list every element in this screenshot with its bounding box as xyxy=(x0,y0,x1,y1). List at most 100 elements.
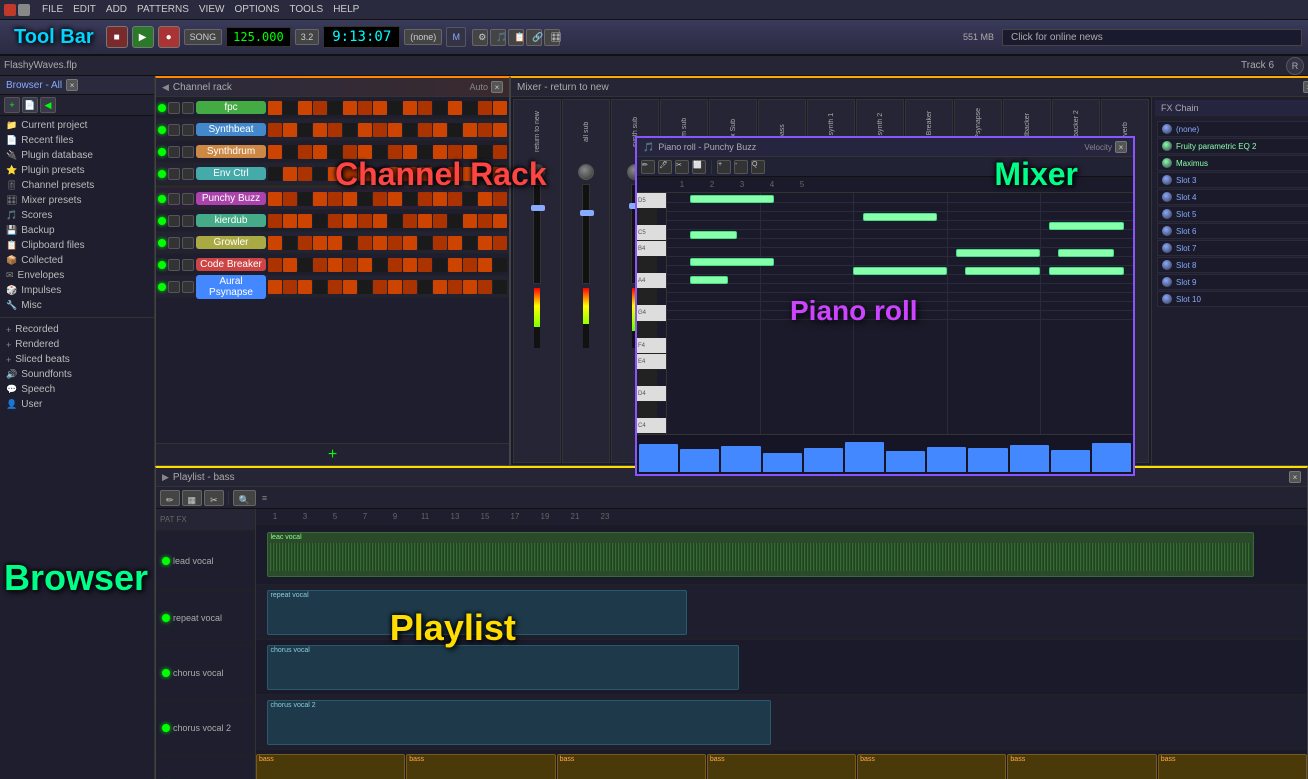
menu-file[interactable]: FILE xyxy=(38,4,67,15)
fx-slot-3[interactable]: Slot 3 xyxy=(1157,172,1308,188)
ch-pad[interactable] xyxy=(463,101,477,115)
ch-pad[interactable] xyxy=(283,236,297,250)
ch-pad[interactable] xyxy=(403,214,417,228)
ch-led-envctrl[interactable] xyxy=(158,170,166,178)
ch-led-synthbeat[interactable] xyxy=(158,126,166,134)
ch-pad[interactable] xyxy=(283,280,297,294)
menu-tools[interactable]: TOOLS xyxy=(285,4,327,15)
pl-block-bass-7[interactable]: bass xyxy=(1158,754,1307,779)
ch-mute-fpc[interactable] xyxy=(168,102,180,114)
ch-name-envctrl[interactable]: Env Ctrl xyxy=(196,167,266,180)
ch-pad[interactable] xyxy=(328,167,342,181)
ch-pad[interactable] xyxy=(448,192,462,206)
ch-pad[interactable] xyxy=(298,101,312,115)
ch-pad[interactable] xyxy=(298,236,312,250)
ch-pad[interactable] xyxy=(433,236,447,250)
ch-mute-growler[interactable] xyxy=(168,237,180,249)
vel-bar-12[interactable] xyxy=(1092,443,1131,472)
piano-key-bb4[interactable] xyxy=(637,257,657,273)
ch-pad[interactable] xyxy=(463,192,477,206)
ch-mute-kierdub[interactable] xyxy=(168,215,180,227)
ch-pad[interactable] xyxy=(478,145,492,159)
news-area[interactable]: Click for online news xyxy=(1002,29,1302,46)
ch-pad[interactable] xyxy=(493,280,507,294)
ch-pad[interactable] xyxy=(283,123,297,137)
ch-pad[interactable] xyxy=(268,101,282,115)
mixer-fader-return[interactable] xyxy=(533,184,541,284)
pl-block-bass-1[interactable]: bass xyxy=(256,754,405,779)
piano-key-e4[interactable]: E4 xyxy=(637,354,666,370)
ch-pad[interactable] xyxy=(388,236,402,250)
ch-pad[interactable] xyxy=(343,280,357,294)
ch-pad[interactable] xyxy=(433,167,447,181)
ch-pad[interactable] xyxy=(268,123,282,137)
ch-pad[interactable] xyxy=(403,236,417,250)
menu-patterns[interactable]: PATTERNS xyxy=(133,4,193,15)
vel-bar-6[interactable] xyxy=(845,442,884,472)
fx-slot-7[interactable]: Slot 7 xyxy=(1157,240,1308,256)
ch-pad[interactable] xyxy=(463,280,477,294)
ch-pad[interactable] xyxy=(478,236,492,250)
pr-select-all[interactable]: ⬜ xyxy=(692,160,706,174)
ch-pad[interactable] xyxy=(328,280,342,294)
ch-pad[interactable] xyxy=(283,214,297,228)
song-mode-button[interactable]: SONG xyxy=(184,29,223,45)
tool-btn-1[interactable]: ⚙ xyxy=(472,29,488,46)
ch-solo-growler[interactable] xyxy=(182,237,194,249)
ch-pad[interactable] xyxy=(268,192,282,206)
browser-item-plugin-db[interactable]: 🔌 Plugin database xyxy=(0,148,154,163)
playlist-close[interactable]: × xyxy=(1289,471,1301,483)
ch-pad[interactable] xyxy=(433,145,447,159)
ch-pad[interactable] xyxy=(373,280,387,294)
vel-bar-4[interactable] xyxy=(763,453,802,472)
fx-slot-6[interactable]: Slot 6 xyxy=(1157,223,1308,239)
ch-solo-kierdub[interactable] xyxy=(182,215,194,227)
pl-block-lead-vocal[interactable]: leac vocal xyxy=(267,532,1255,577)
ch-pad[interactable] xyxy=(328,101,342,115)
ch-pad[interactable] xyxy=(448,145,462,159)
piano-key-g4[interactable]: G4 xyxy=(637,305,666,321)
piano-key-c4[interactable]: C4 xyxy=(637,418,666,434)
browser-item-collected[interactable]: 📦 Collected xyxy=(0,253,154,268)
close-button[interactable] xyxy=(4,4,16,16)
ch-pad[interactable] xyxy=(433,192,447,206)
ch-solo-punchybuzz[interactable] xyxy=(182,193,194,205)
fx-slot-4[interactable]: Slot 4 xyxy=(1157,189,1308,205)
minimize-button[interactable] xyxy=(18,4,30,16)
ch-solo-codebreaker[interactable] xyxy=(182,259,194,271)
browser-back-btn[interactable]: ◀ xyxy=(40,97,56,113)
ch-pad[interactable] xyxy=(433,123,447,137)
ch-mute-auralpsynapse[interactable] xyxy=(168,281,180,293)
ch-pad[interactable] xyxy=(358,280,372,294)
ch-pad[interactable] xyxy=(373,101,387,115)
record-button[interactable]: ● xyxy=(158,26,180,48)
pl-tool-select[interactable]: ▦ xyxy=(182,490,203,506)
ch-pad[interactable] xyxy=(358,101,372,115)
ch-pad[interactable] xyxy=(493,101,507,115)
fx-slot-maximus[interactable]: Maximus xyxy=(1157,155,1308,171)
ch-pad[interactable] xyxy=(493,167,507,181)
vel-bar-2[interactable] xyxy=(680,449,719,472)
browser-item-rendered[interactable]: + Rendered xyxy=(0,337,154,352)
mixer-pan-knob2[interactable] xyxy=(578,164,594,180)
ch-pad[interactable] xyxy=(373,236,387,250)
ch-pad[interactable] xyxy=(268,236,282,250)
ch-mute-synthdrum[interactable] xyxy=(168,146,180,158)
vel-bar-7[interactable] xyxy=(886,451,925,472)
fx-slot-8[interactable]: Slot 8 xyxy=(1157,257,1308,273)
piano-note-b4[interactable] xyxy=(1049,222,1124,230)
browser-item-current-project[interactable]: 📁 Current project xyxy=(0,118,154,133)
menu-edit[interactable]: EDIT xyxy=(69,4,100,15)
ch-pad[interactable] xyxy=(343,167,357,181)
ch-pad[interactable] xyxy=(493,123,507,137)
ch-pad[interactable] xyxy=(403,145,417,159)
piano-grid[interactable] xyxy=(667,193,1133,434)
ch-pad[interactable] xyxy=(343,123,357,137)
ch-pad[interactable] xyxy=(343,236,357,250)
ch-solo-synthdrum[interactable] xyxy=(182,146,194,158)
ch-name-synthbeat[interactable]: Synthbeat xyxy=(196,123,266,136)
browser-file-btn[interactable]: 📄 xyxy=(22,97,38,113)
ch-pad[interactable] xyxy=(343,214,357,228)
ch-pad[interactable] xyxy=(478,280,492,294)
ch-pad[interactable] xyxy=(463,167,477,181)
